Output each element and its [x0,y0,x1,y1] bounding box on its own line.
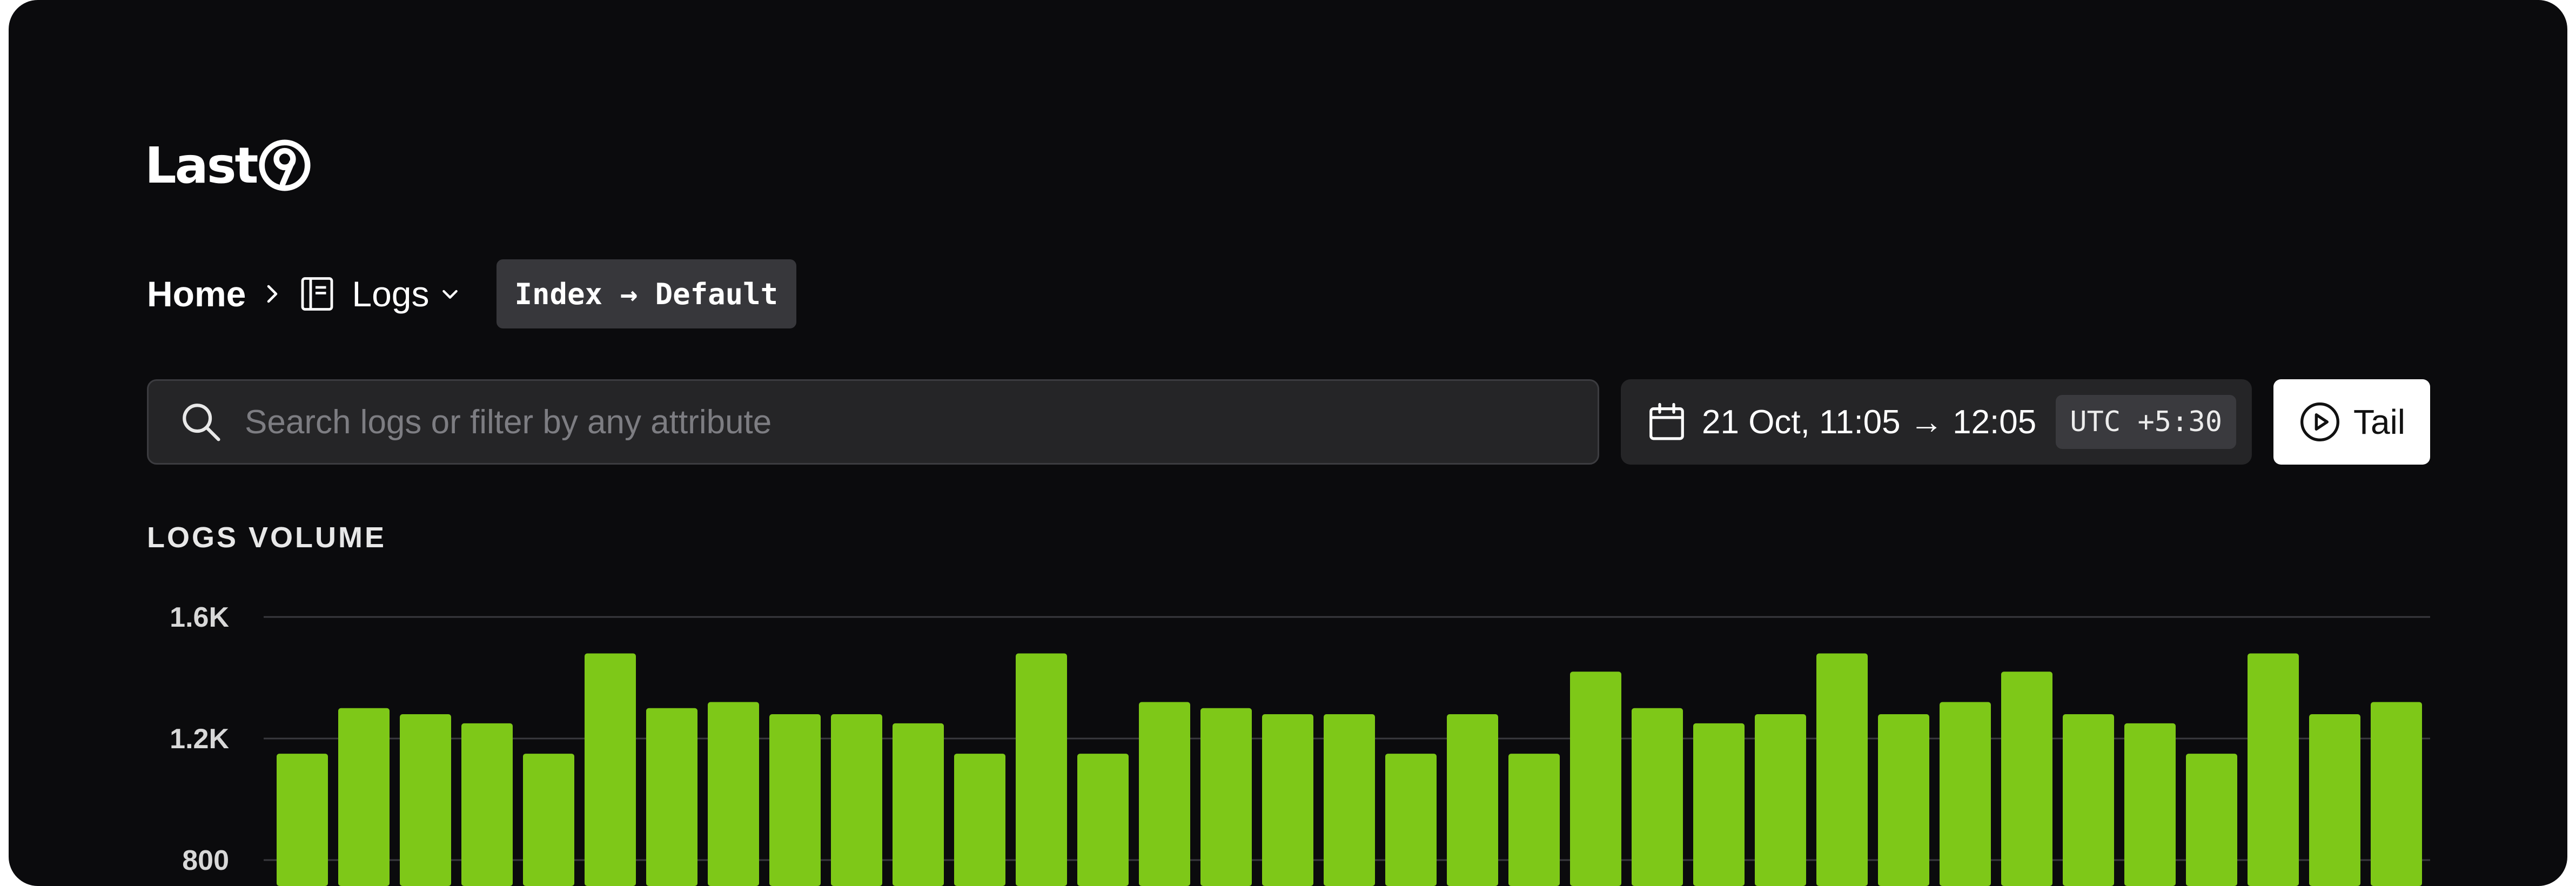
breadcrumb-logs-dropdown[interactable]: Logs [352,273,429,314]
volume-bar[interactable] [585,654,636,886]
calendar-icon [1646,400,1688,444]
volume-bar[interactable] [2186,754,2237,886]
search-icon [179,400,223,444]
logs-book-icon [298,274,337,313]
volume-bar[interactable] [338,708,390,886]
volume-bar[interactable] [1878,714,1929,886]
volume-bar[interactable] [2248,654,2299,886]
breadcrumb: Home Logs Index → Default [147,258,796,330]
volume-bar[interactable] [1693,723,1745,886]
volume-bar[interactable] [1324,714,1375,886]
tail-button-label: Tail [2353,402,2405,442]
volume-bar[interactable] [769,714,821,886]
volume-bar[interactable] [461,723,513,886]
volume-bar[interactable] [523,754,574,886]
volume-bar[interactable] [1570,672,1621,886]
time-range-picker[interactable]: 21 Oct, 11:05 → 12:05 UTC +5:30 [1621,379,2252,465]
logs-volume-title: LOGS VOLUME [147,521,386,554]
breadcrumb-home-link[interactable]: Home [147,273,246,314]
volume-bar[interactable] [1508,754,1560,886]
volume-bar[interactable] [1755,714,1806,886]
play-circle-icon [2298,400,2342,444]
volume-bar[interactable] [1816,654,1868,886]
volume-bar[interactable] [1447,714,1498,886]
search-bar[interactable]: Search logs or filter by any attribute [147,379,1599,465]
volume-bar[interactable] [2371,702,2422,886]
y-tick-label: 1.6K [170,602,229,633]
volume-bar[interactable] [2309,714,2360,886]
volume-bar[interactable] [2124,723,2176,886]
volume-bar[interactable] [1139,702,1190,886]
volume-bar[interactable] [400,714,451,886]
logo-text: Last [145,137,257,194]
y-tick-label: 1.2K [170,723,229,755]
volume-bar[interactable] [893,723,944,886]
volume-bar[interactable] [1262,714,1313,886]
volume-bar[interactable] [708,702,759,886]
search-input[interactable]: Search logs or filter by any attribute [245,403,772,441]
chevron-right-icon [261,283,284,305]
logo-nine-mark [259,139,311,191]
volume-bar[interactable] [1632,708,1683,886]
y-tick-label: 800 [182,845,229,876]
index-selector-pill[interactable]: Index → Default [497,259,797,328]
volume-bar[interactable] [831,714,882,886]
tail-button[interactable]: Tail [2273,379,2430,465]
volume-bar[interactable] [1940,702,1991,886]
volume-bar[interactable] [2001,672,2052,886]
volume-bar[interactable] [954,754,1005,886]
volume-bar[interactable] [646,708,697,886]
volume-bar[interactable] [1200,708,1252,886]
chevron-down-icon[interactable] [439,283,461,305]
app-window: Last Home Logs Index → Default Search lo… [9,0,2567,886]
volume-bar[interactable] [1385,754,1437,886]
last9-logo: Last [145,136,311,194]
volume-bar[interactable] [277,754,328,886]
time-range-text: 21 Oct, 11:05 → 12:05 [1702,403,2036,441]
volume-bar[interactable] [1077,754,1129,886]
timezone-badge[interactable]: UTC +5:30 [2056,395,2236,449]
volume-bar[interactable] [1016,654,1067,886]
volume-bar[interactable] [2063,714,2114,886]
